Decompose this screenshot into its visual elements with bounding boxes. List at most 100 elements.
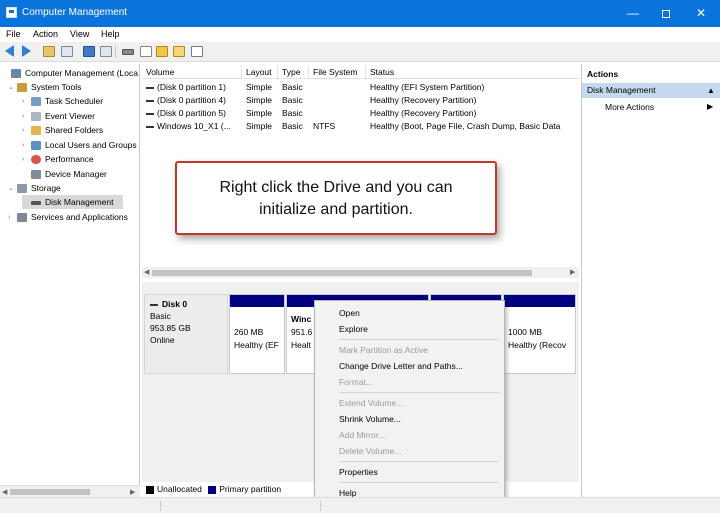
volume-icon — [146, 112, 154, 115]
computer-icon — [11, 69, 21, 79]
list-icon[interactable] — [173, 46, 185, 57]
scroll-thumb[interactable] — [152, 270, 532, 276]
back-icon[interactable] — [5, 45, 14, 57]
tree-item-local-users-groups[interactable]: › Local Users and Groups — [22, 138, 139, 152]
details-icon[interactable] — [100, 46, 112, 57]
column-volume[interactable]: Volume — [142, 66, 242, 79]
tree-item-event-viewer[interactable]: › Event Viewer — [22, 109, 139, 123]
performance-icon — [31, 155, 41, 165]
submenu-arrow-icon: ▶ — [707, 102, 714, 111]
table-row[interactable]: (Disk 0 partition 4) Simple Basic Health… — [142, 94, 579, 107]
menu-separator — [339, 482, 499, 483]
menu-item-change-drive-letter[interactable]: Change Drive Letter and Paths... — [339, 360, 463, 372]
forward-icon[interactable] — [22, 45, 31, 57]
volume-table-header: Volume Layout Type File System Status — [142, 66, 579, 79]
menu-item-explore[interactable]: Explore — [339, 323, 368, 335]
scroll-right-icon[interactable]: ▶ — [130, 488, 135, 496]
actions-pane: Actions Disk Management ▲ More Actions ▶ — [581, 64, 720, 497]
context-menu: Open Explore Mark Partition as Active Ch… — [314, 300, 505, 500]
computer-management-icon — [6, 7, 17, 18]
title-bar: Computer Management — ✕ — [0, 0, 720, 27]
tree-item-performance[interactable]: › Performance — [22, 152, 139, 166]
menu-help[interactable]: Help — [101, 29, 120, 39]
table-horizontal-scrollbar[interactable]: ◀ ▶ — [142, 267, 579, 278]
table-row[interactable]: Windows 10_X1 (... Simple Basic NTFS Hea… — [142, 120, 579, 133]
close-button[interactable]: ✕ — [686, 3, 716, 23]
disk-icon — [31, 200, 41, 205]
folder-icon — [31, 126, 41, 136]
status-bar — [0, 497, 720, 513]
menu-item-add-mirror[interactable]: Add Mirror... — [339, 429, 385, 441]
menu-item-open[interactable]: Open — [339, 307, 360, 319]
partition-recovery-2[interactable]: 1000 MB Healthy (Recov — [503, 294, 576, 374]
tree-item-disk-management[interactable]: Disk Management — [22, 195, 123, 209]
menu-separator — [339, 392, 499, 393]
scroll-left-icon[interactable]: ◀ — [2, 488, 7, 496]
menu-action[interactable]: Action — [33, 29, 58, 39]
volume-icon — [146, 99, 154, 102]
table-row[interactable]: (Disk 0 partition 5) Simple Basic Health… — [142, 107, 579, 120]
column-status[interactable]: Status — [366, 66, 579, 79]
storage-icon — [17, 184, 27, 194]
folder-open-icon[interactable] — [156, 46, 168, 57]
menu-item-shrink-volume[interactable]: Shrink Volume... — [339, 413, 401, 425]
menu-file[interactable]: File — [6, 29, 21, 39]
view-icon[interactable] — [61, 46, 73, 57]
table-row[interactable]: (Disk 0 partition 1) Simple Basic Health… — [142, 81, 579, 94]
partition-bar — [230, 295, 284, 307]
menu-item-properties[interactable]: Properties — [339, 466, 378, 478]
instruction-callout: Right click the Drive and you can initia… — [175, 161, 497, 235]
folder-icon[interactable] — [43, 46, 55, 57]
scroll-right-icon[interactable]: ▶ — [570, 268, 575, 276]
more-actions-link[interactable]: More Actions — [605, 102, 654, 112]
menu-separator — [339, 339, 499, 340]
menu-item-delete-volume[interactable]: Delete Volume... — [339, 445, 401, 457]
partition-legend: Unallocated Primary partition — [146, 484, 281, 494]
tree-item-storage[interactable]: ⌄ Storage — [8, 181, 139, 195]
column-type[interactable]: Type — [278, 66, 309, 79]
tree-item-task-scheduler[interactable]: › Task Scheduler — [22, 94, 139, 108]
unallocated-swatch — [146, 485, 154, 494]
tree-item-device-manager[interactable]: Device Manager — [22, 167, 139, 181]
maximize-icon — [662, 9, 670, 18]
window-title: Computer Management — [22, 7, 128, 18]
console-icon[interactable] — [191, 46, 203, 57]
toolbar-separator — [115, 45, 116, 58]
tree-horizontal-scrollbar[interactable]: ◀ ▶ — [0, 485, 140, 497]
disk-0-label[interactable]: Disk 0 Basic 953.85 GB Online — [144, 294, 228, 374]
properties-icon[interactable] — [83, 46, 95, 57]
navigation-tree: Computer Management (Loca ⌄ System Tools … — [0, 64, 140, 485]
menu-bar: File Action View Help — [0, 27, 720, 42]
scroll-thumb[interactable] — [10, 489, 90, 495]
minimize-button[interactable]: — — [618, 3, 648, 23]
users-icon — [31, 141, 41, 151]
event-icon — [31, 112, 41, 122]
tools-icon — [17, 83, 27, 93]
tree-item-system-tools[interactable]: ⌄ System Tools — [8, 80, 139, 94]
tree-item-computer-management[interactable]: Computer Management (Loca — [2, 66, 139, 80]
device-icon — [31, 170, 41, 180]
menu-item-format[interactable]: Format... — [339, 376, 373, 388]
volume-icon — [146, 86, 154, 89]
document-icon[interactable] — [140, 46, 152, 57]
volume-icon — [146, 125, 154, 128]
menu-separator — [339, 461, 499, 462]
status-divider — [160, 501, 161, 511]
primary-partition-swatch — [208, 485, 217, 494]
toolbar — [0, 42, 720, 62]
menu-item-extend-volume[interactable]: Extend Volume... — [339, 397, 403, 409]
actions-section-disk-management[interactable]: Disk Management ▲ — [582, 83, 720, 98]
services-icon — [17, 213, 27, 223]
scroll-left-icon[interactable]: ◀ — [144, 268, 149, 276]
collapse-icon[interactable]: ▲ — [707, 83, 715, 98]
tree-item-services-applications[interactable]: › Services and Applications — [8, 210, 139, 224]
column-layout[interactable]: Layout — [242, 66, 278, 79]
maximize-button[interactable] — [651, 3, 681, 23]
tree-item-shared-folders[interactable]: › Shared Folders — [22, 123, 139, 137]
menu-view[interactable]: View — [70, 29, 89, 39]
connect-icon[interactable] — [122, 49, 134, 55]
column-file-system[interactable]: File System — [309, 66, 366, 79]
menu-item-mark-active[interactable]: Mark Partition as Active — [339, 344, 428, 356]
partition-efi[interactable]: 260 MB Healthy (EF — [229, 294, 285, 374]
clock-icon — [31, 97, 41, 107]
